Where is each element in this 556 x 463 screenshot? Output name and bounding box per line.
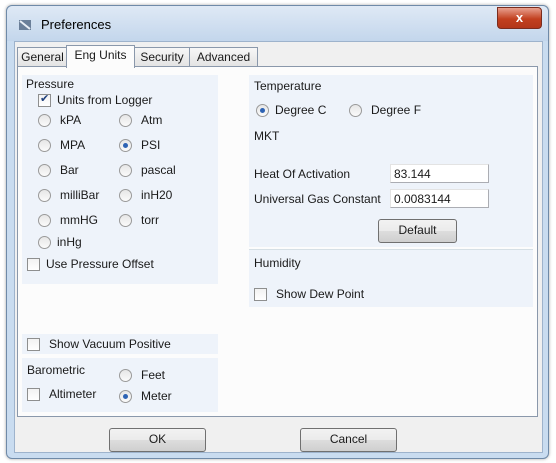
use-pressure-offset-label: Use Pressure Offset [46, 257, 154, 271]
preferences-window: Preferences x General Eng Units Security… [6, 5, 549, 459]
altimeter-label: Altimeter [49, 387, 97, 401]
radio-atm[interactable]: Atm [119, 112, 199, 128]
show-dew-point-checkbox[interactable]: Show Dew Point [254, 286, 404, 302]
radio-inhg[interactable]: inHg [38, 234, 118, 250]
radio-bar-label: Bar [60, 163, 79, 177]
use-pressure-offset-checkbox[interactable]: Use Pressure Offset [27, 256, 207, 272]
tab-advanced[interactable]: Advanced [189, 47, 258, 67]
barometric-heading: Barometric [27, 363, 86, 377]
altimeter-check[interactable] [27, 388, 40, 401]
radio-kpa-button[interactable] [38, 114, 51, 127]
mkt-heading: MKT [254, 129, 280, 143]
radio-torr[interactable]: torr [119, 212, 199, 228]
radio-meter-label: Meter [141, 389, 172, 403]
altimeter-checkbox[interactable]: Altimeter [27, 386, 117, 402]
radio-psi-label: PSI [141, 138, 161, 152]
units-from-logger-label: Units from Logger [57, 93, 153, 107]
radio-bar-button[interactable] [38, 164, 51, 177]
pressure-group: Pressure Units from Logger kPA Atm MPA P… [22, 75, 218, 284]
radio-millibar-label: milliBar [60, 188, 100, 202]
title-bar[interactable]: Preferences x [7, 6, 548, 41]
radio-torr-button[interactable] [119, 214, 132, 227]
radio-degree-c-button[interactable] [256, 104, 269, 117]
use-pressure-offset-check[interactable] [27, 258, 40, 271]
show-vacuum-positive-label: Show Vacuum Positive [49, 337, 171, 351]
eng-units-panel: Pressure Units from Logger kPA Atm MPA P… [17, 66, 538, 417]
barometric-group: Barometric Altimeter Feet Meter [22, 358, 218, 412]
show-vacuum-positive-check[interactable] [27, 338, 40, 351]
radio-inhg-label: inHg [57, 235, 82, 249]
radio-atm-button[interactable] [119, 114, 132, 127]
temperature-heading: Temperature [254, 79, 322, 93]
mkt-group: MKT Heat Of Activation 83.144 Universal … [249, 127, 533, 247]
radio-mmhg-button[interactable] [38, 214, 51, 227]
radio-kpa-label: kPA [60, 113, 82, 127]
units-from-logger-checkbox[interactable]: Units from Logger [38, 92, 188, 108]
radio-feet-button[interactable] [119, 369, 132, 382]
vacuum-group: Show Vacuum Positive [22, 334, 218, 354]
radio-meter-button[interactable] [119, 390, 132, 403]
radio-inh20-label: inH20 [141, 188, 173, 202]
radio-atm-label: Atm [141, 113, 163, 127]
radio-psi[interactable]: PSI [119, 137, 199, 153]
radio-mpa-button[interactable] [38, 139, 51, 152]
show-dew-point-check[interactable] [254, 288, 267, 301]
radio-mpa[interactable]: MPA [38, 137, 118, 153]
radio-meter[interactable]: Meter [119, 388, 199, 404]
tab-eng-units[interactable]: Eng Units [66, 45, 135, 68]
cancel-button[interactable]: Cancel [300, 428, 397, 452]
radio-degree-f-button[interactable] [349, 104, 362, 117]
radio-mpa-label: MPA [60, 138, 86, 152]
temperature-group: Temperature Degree C Degree F [249, 75, 533, 127]
radio-torr-label: torr [141, 213, 159, 227]
universal-gas-constant-label: Universal Gas Constant [254, 192, 381, 206]
radio-feet-label: Feet [141, 368, 166, 382]
close-button[interactable]: x [497, 7, 542, 29]
dialog-body: General Eng Units Security Advanced Pres… [14, 41, 543, 453]
radio-inhg-button[interactable] [38, 236, 51, 249]
radio-pascal-label: pascal [141, 163, 176, 177]
radio-degree-c[interactable]: Degree C [256, 102, 346, 118]
radio-mmhg[interactable]: mmHG [38, 212, 118, 228]
window-title: Preferences [41, 17, 112, 32]
radio-degree-c-label: Degree C [275, 103, 327, 117]
close-icon: x [515, 10, 524, 25]
heat-of-activation-input[interactable]: 83.144 [390, 164, 489, 183]
show-dew-point-label: Show Dew Point [276, 287, 365, 301]
radio-millibar[interactable]: milliBar [38, 187, 118, 203]
radio-degree-f-label: Degree F [371, 103, 422, 117]
humidity-heading: Humidity [254, 256, 301, 270]
radio-millibar-button[interactable] [38, 189, 51, 202]
radio-bar[interactable]: Bar [38, 162, 118, 178]
humidity-group: Humidity Show Dew Point [249, 250, 533, 307]
tab-security[interactable]: Security [133, 47, 191, 67]
radio-inh20-button[interactable] [119, 189, 132, 202]
pressure-heading: Pressure [26, 77, 75, 91]
universal-gas-constant-input[interactable]: 0.0083144 [390, 189, 489, 208]
show-vacuum-positive-checkbox[interactable]: Show Vacuum Positive [27, 336, 207, 352]
radio-feet[interactable]: Feet [119, 367, 199, 383]
app-icon [19, 20, 31, 30]
ok-button[interactable]: OK [109, 428, 206, 452]
radio-psi-button[interactable] [119, 139, 132, 152]
heat-of-activation-label: Heat Of Activation [254, 167, 351, 181]
default-button[interactable]: Default [378, 219, 457, 243]
tab-general[interactable]: General [17, 47, 68, 67]
units-from-logger-check[interactable] [38, 92, 51, 107]
radio-pascal-button[interactable] [119, 164, 132, 177]
radio-pascal[interactable]: pascal [119, 162, 199, 178]
radio-degree-f[interactable]: Degree F [349, 102, 439, 118]
radio-kpa[interactable]: kPA [38, 112, 118, 128]
radio-inh20[interactable]: inH20 [119, 187, 199, 203]
radio-mmhg-label: mmHG [60, 213, 98, 227]
